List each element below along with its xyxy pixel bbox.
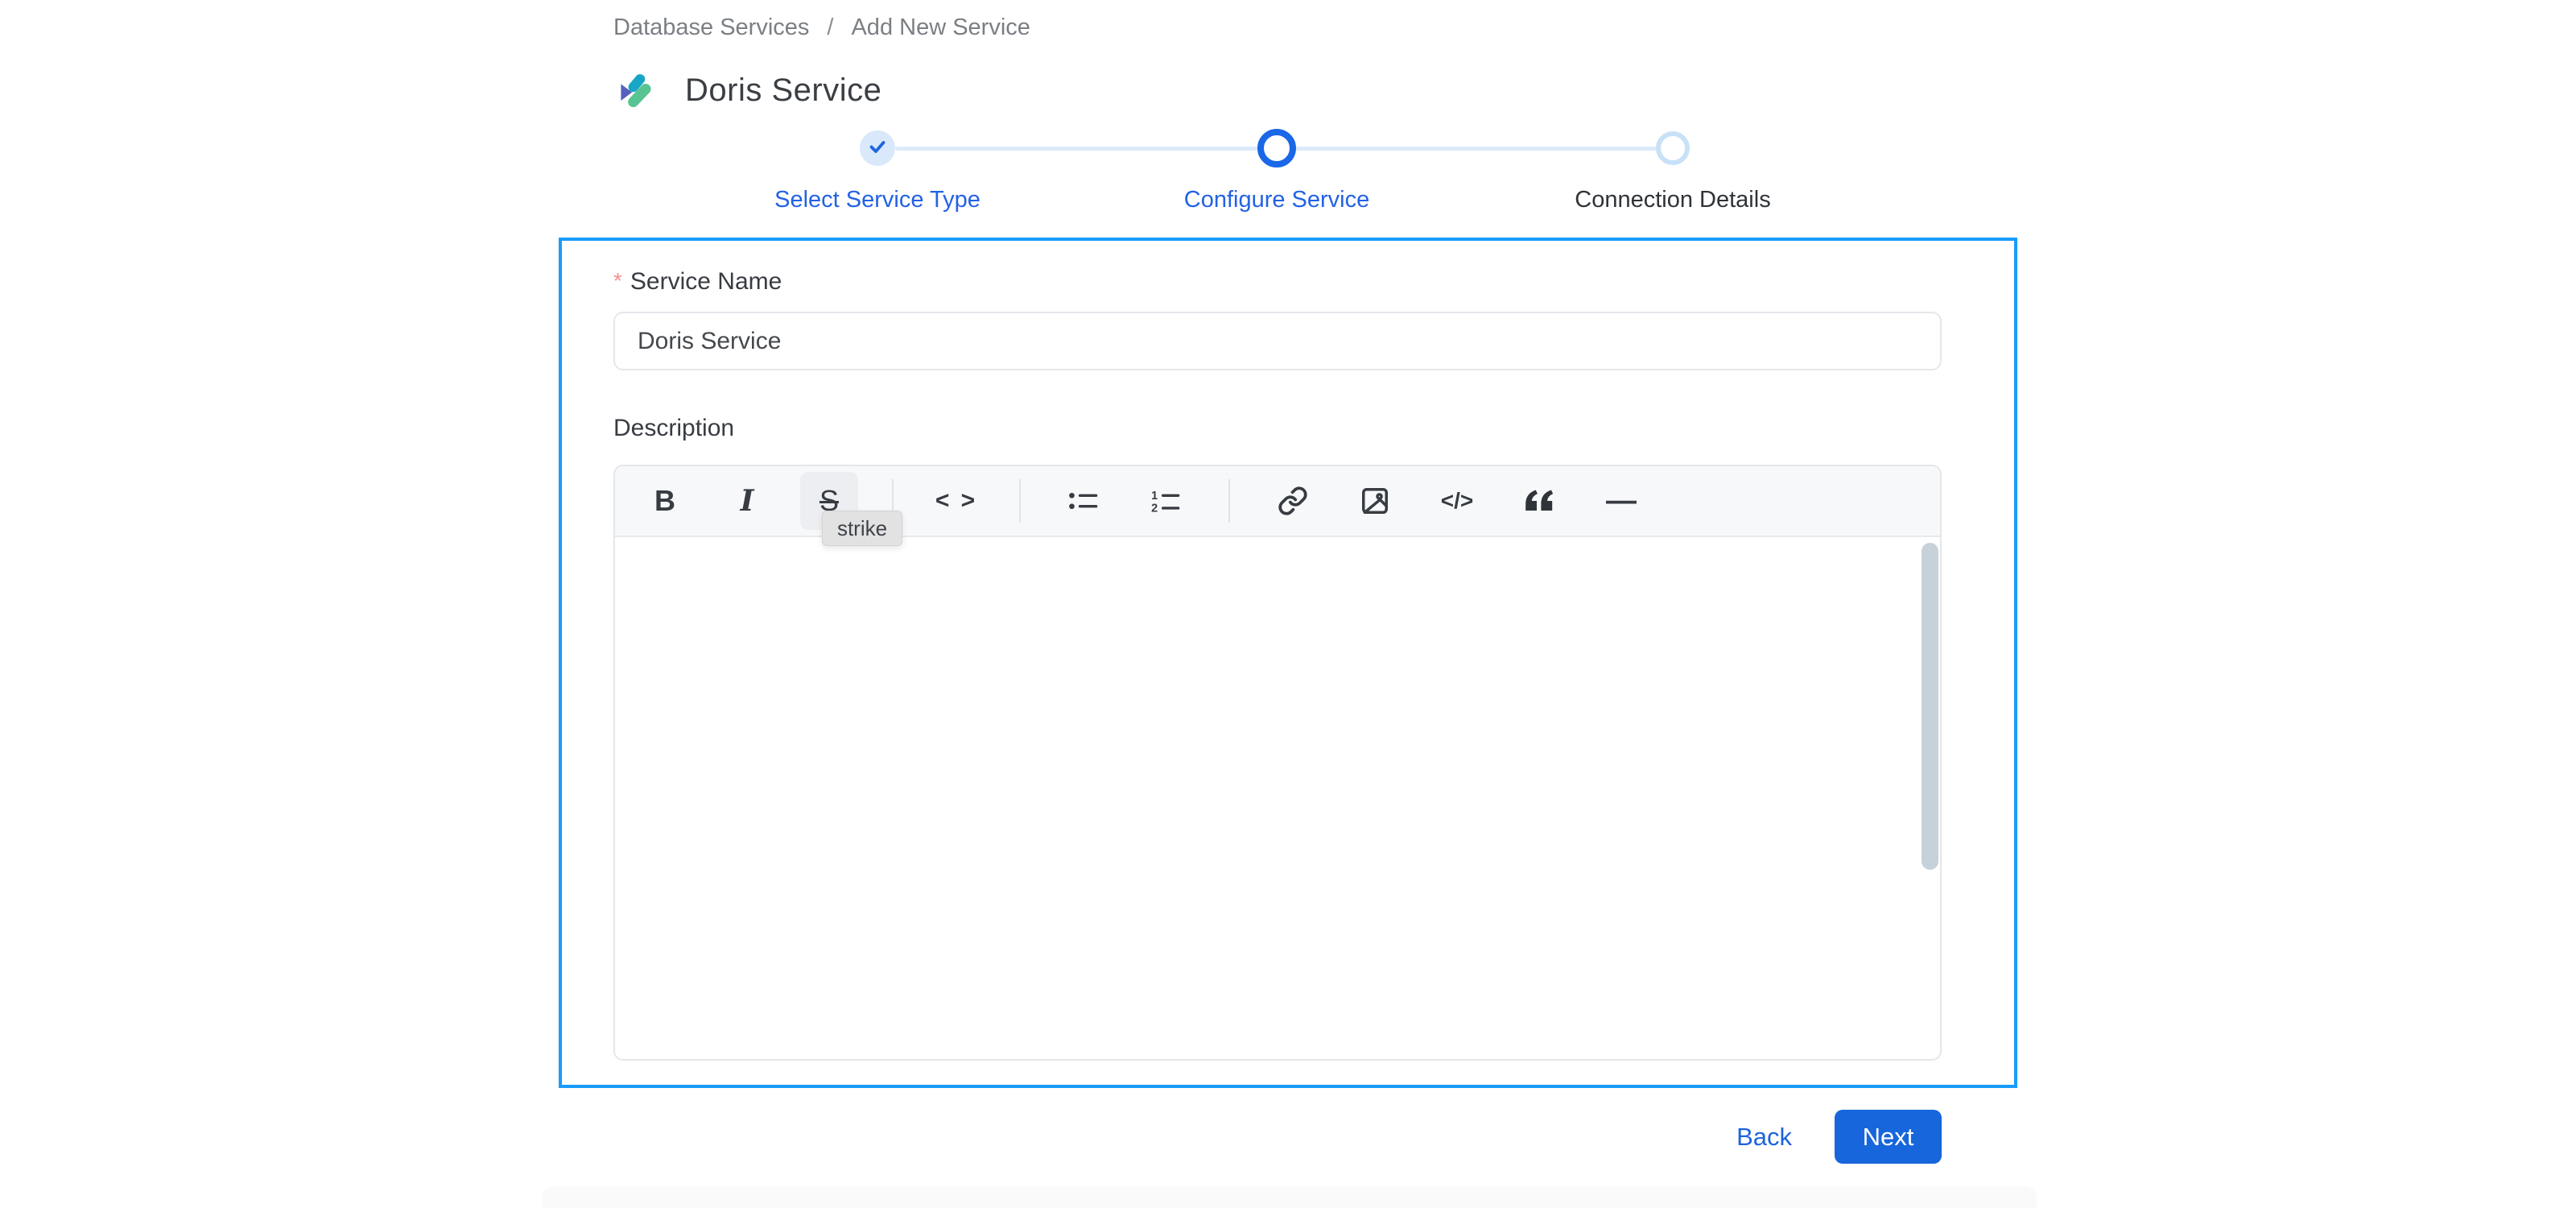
toolbar-divider: [1228, 479, 1230, 523]
ordered-list-button[interactable]: 1 2: [1137, 472, 1195, 530]
page-title: Doris Service: [685, 72, 882, 108]
bullet-list-icon: [1069, 492, 1098, 510]
link-icon: [1278, 486, 1307, 515]
toolbar-divider: [1019, 479, 1021, 523]
step-3-circle-pending[interactable]: [1656, 131, 1690, 165]
back-button[interactable]: Back: [1736, 1123, 1792, 1152]
doris-logo-icon: [617, 72, 654, 109]
quote-icon: [1525, 490, 1554, 511]
wizard-actions: Back Next: [559, 1110, 2017, 1164]
link-button[interactable]: [1264, 472, 1322, 530]
editor-scrollbar-thumb[interactable]: [1922, 543, 1938, 870]
step-label-configure-service[interactable]: Configure Service: [1108, 187, 1446, 213]
image-button[interactable]: [1346, 472, 1404, 530]
horizontal-rule-button[interactable]: —: [1592, 472, 1650, 530]
step-label-connection-details[interactable]: Connection Details: [1504, 187, 1842, 213]
description-label: Description: [613, 415, 735, 441]
svg-text:2: 2: [1151, 502, 1158, 514]
step-2-circle-active[interactable]: [1257, 129, 1296, 168]
breadcrumb-database-services[interactable]: Database Services: [613, 14, 809, 41]
next-section-edge: [542, 1186, 2037, 1208]
service-name-label-text: Service Name: [630, 268, 782, 295]
description-text-area[interactable]: [615, 537, 1940, 1059]
ordered-list-icon: 1 2: [1151, 490, 1180, 514]
page-header: Doris Service: [559, 71, 2017, 110]
breadcrumb-add-new-service: Add New Service: [851, 14, 1030, 40]
configure-service-panel: * Service Name Description B I S < >: [559, 238, 2017, 1088]
bullet-list-button[interactable]: [1055, 472, 1113, 530]
stepper: Select Service Type Configure Service Co…: [559, 121, 2017, 225]
step-1-circle-completed[interactable]: [860, 130, 895, 166]
step-connector-2: [1295, 147, 1657, 151]
bold-button[interactable]: B: [636, 472, 694, 530]
service-name-label: * Service Name: [613, 268, 1942, 296]
image-icon: [1362, 488, 1388, 514]
breadcrumb: Database Services / Add New Service: [559, 13, 2017, 42]
description-editor: B I S < > 1 2 </> — strike: [613, 465, 1942, 1061]
content-column: Database Services / Add New Service Dori…: [559, 0, 2017, 1164]
check-icon: [868, 137, 887, 160]
strike-tooltip: strike: [822, 511, 902, 546]
service-name-input[interactable]: [613, 312, 1942, 370]
required-asterisk: *: [613, 268, 622, 293]
editor-toolbar: B I S < > 1 2 </> —: [615, 466, 1940, 537]
next-button[interactable]: Next: [1835, 1110, 1942, 1164]
page: Database Services / Add New Service Dori…: [0, 0, 2576, 1208]
inline-code-button[interactable]: < >: [927, 472, 985, 530]
svg-text:1: 1: [1151, 490, 1158, 503]
blockquote-button[interactable]: [1510, 472, 1568, 530]
italic-button[interactable]: I: [718, 472, 776, 530]
step-label-select-service-type[interactable]: Select Service Type: [708, 187, 1046, 213]
code-block-button[interactable]: </>: [1428, 472, 1486, 530]
breadcrumb-separator: /: [827, 14, 834, 40]
step-connector-1: [895, 147, 1258, 151]
